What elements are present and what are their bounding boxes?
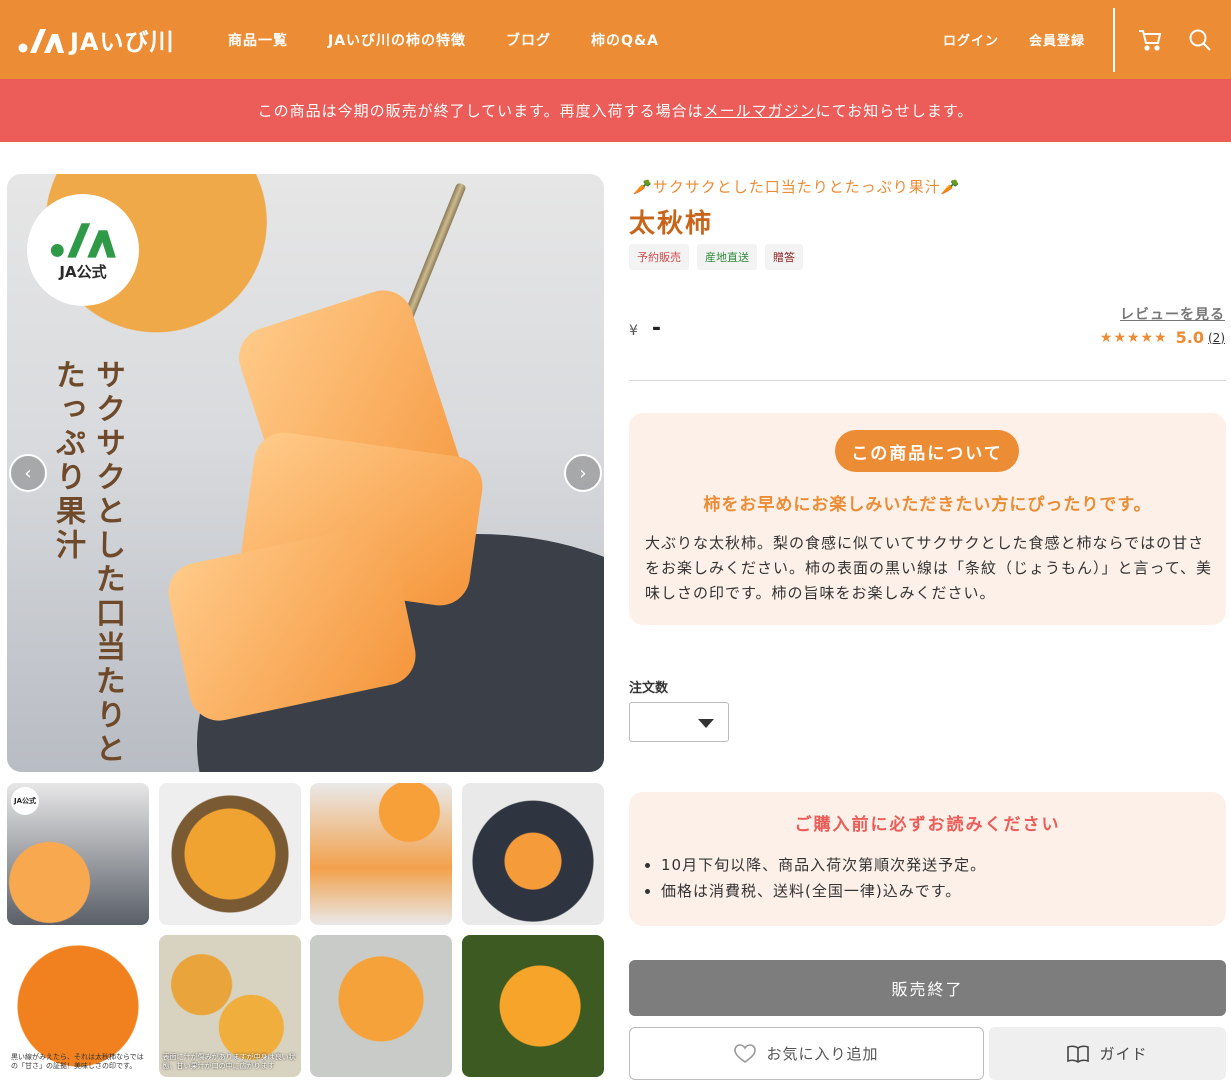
product-title: 太秋柿 — [629, 209, 714, 239]
next-image-button[interactable]: › — [564, 454, 602, 492]
notes-item: 価格は消費税、送料(全国一律)込みです。 — [661, 878, 986, 904]
badge-gift: 贈答 — [765, 244, 803, 270]
notice-text-after: にてお知らせします。 — [815, 102, 974, 120]
ja-logo-icon — [18, 28, 64, 53]
product-badges: 予約販売 産地直送 贈答 — [629, 244, 803, 270]
price-currency: ¥ — [629, 323, 638, 339]
main-nav: 商品一覧 JAいび川の柿の特徴 ブログ 柿のQ&A — [228, 0, 699, 79]
logo-text: JAいび川 — [70, 28, 175, 56]
product-rating: ★★★★★ 5.0 (2) — [1100, 328, 1225, 347]
notes-title: ご購入前に必ずお読みください — [794, 815, 1061, 835]
overlay-text-line1: サクサクとした口当たりと — [90, 359, 125, 767]
quantity-select[interactable] — [629, 702, 729, 742]
tagline-text: サクサクとした口当たりとたっぷり果汁 — [652, 178, 941, 196]
product-price: ¥ - — [629, 316, 661, 341]
ja-official-badge: JA公式 — [27, 194, 139, 306]
notice-text-before: この商品は今期の販売が終了しています。再度入荷する場合は — [257, 102, 704, 120]
chevron-right-icon: › — [579, 462, 587, 484]
rating-count-link[interactable]: (2) — [1208, 331, 1225, 345]
cart-icon — [1139, 29, 1162, 51]
cart-button[interactable] — [1137, 27, 1163, 53]
newsletter-link[interactable]: メールマガジン — [704, 100, 816, 121]
ja-official-badge: JA公式 — [11, 787, 39, 815]
ja-logo-icon — [50, 222, 116, 258]
nav-item-products[interactable]: 商品一覧 — [228, 30, 288, 50]
notes-list: 10月下旬以降、商品入荷次第順次発送予定。 価格は消費税、送料(全国一律)込みで… — [661, 852, 986, 904]
prev-image-button[interactable]: ‹ — [9, 454, 47, 492]
about-description: 大ぶりな太秋柿。梨の食感に似ていてサクサクとした食感と柿ならではの甘さをお楽しみ… — [645, 534, 1213, 602]
register-link[interactable]: 会員登録 — [1029, 30, 1085, 49]
price-divider — [629, 380, 1226, 381]
guide-label: ガイド — [1099, 1045, 1148, 1063]
thumbnail[interactable] — [158, 783, 301, 925]
notes-item: 10月下旬以降、商品入荷次第順次発送予定。 — [661, 852, 986, 878]
badge-preorder: 予約販売 — [629, 244, 689, 270]
thumbnail[interactable]: JA公式 — [7, 783, 149, 925]
product-tagline: 🥕サクサクとした口当たりとたっぷり果汁🥕 — [633, 176, 960, 197]
thumbnail[interactable]: 表面に汁が傷みがありますが中身は良い状態、甘い果汁が口の中に広がります — [158, 935, 301, 1077]
favorite-label: お気に入り追加 — [766, 1045, 879, 1063]
heart-icon — [734, 1043, 757, 1063]
main-product-image: JA公式 サクサクとした口当たりと たっぷり果汁 ‹ › — [7, 174, 604, 772]
carrot-icon: 🥕 — [633, 178, 653, 196]
chevron-left-icon: ‹ — [24, 462, 32, 484]
guide-button[interactable]: ガイド — [989, 1027, 1226, 1080]
thumbnail[interactable] — [461, 783, 604, 925]
about-lead: 柿をお早めにお楽しみいただきたい方にぴったりです。 — [703, 495, 1152, 515]
thumbnail-caption: 黒い線がみえたら、それは太秋柿ならではの「甘さ」の証拠！美味しさの印です。 — [11, 1052, 144, 1070]
star-rating-icon: ★★★★★ — [1099, 329, 1168, 346]
search-button[interactable] — [1187, 27, 1213, 53]
thumbnail-grid: JA公式 黒い線がみえたら、それは太秋柿ならではの「甘さ」の証拠！美味しさの印で… — [7, 783, 604, 1077]
nav-item-qa[interactable]: 柿のQ&A — [591, 30, 659, 50]
header-actions: ログイン 会員登録 — [943, 0, 1231, 79]
purchase-notes-box: ご購入前に必ずお読みください 10月下旬以降、商品入荷次第順次発送予定。 価格は… — [629, 792, 1226, 926]
quantity-label: 注文数 — [629, 681, 669, 696]
carrot-icon: 🥕 — [940, 178, 961, 196]
book-icon — [1067, 1045, 1090, 1063]
rating-value: 5.0 — [1175, 328, 1204, 347]
thumbnail[interactable]: 黒い線がみえたら、それは太秋柿ならではの「甘さ」の証拠！美味しさの印です。 — [7, 935, 149, 1077]
ja-badge-text: JA公式 — [59, 262, 107, 281]
nav-item-blog[interactable]: ブログ — [506, 30, 551, 50]
about-product-box: この商品について 柿をお早めにお楽しみいただきたい方にぴったりです。 大ぶりな太… — [629, 413, 1226, 625]
thumbnail-caption: 表面に汁が傷みがありますが中身は良い状態、甘い果汁が口の中に広がります — [162, 1052, 296, 1070]
nav-item-features[interactable]: JAいび川の柿の特徴 — [328, 30, 466, 50]
login-link[interactable]: ログイン — [943, 30, 999, 49]
search-icon — [1189, 29, 1211, 51]
thumbnail[interactable] — [310, 935, 453, 1077]
see-reviews-link[interactable]: レビューを見る — [1120, 304, 1225, 324]
site-logo[interactable]: JAいび川 — [18, 22, 175, 57]
about-heading: この商品について — [835, 430, 1019, 472]
site-header: JAいび川 商品一覧 JAいび川の柿の特徴 ブログ 柿のQ&A ログイン 会員登… — [0, 0, 1231, 79]
overlay-text-line2: たっぷり果汁 — [50, 359, 85, 563]
caret-down-icon — [698, 719, 714, 728]
thumbnail[interactable] — [310, 783, 453, 925]
add-favorite-button[interactable]: お気に入り追加 — [629, 1027, 984, 1080]
sold-out-button[interactable]: 販売終了 — [629, 960, 1226, 1016]
price-value: - — [651, 316, 662, 341]
header-divider — [1113, 7, 1115, 72]
badge-direct-shipping: 産地直送 — [697, 244, 757, 270]
sold-out-notice: この商品は今期の販売が終了しています。再度入荷する場合は メールマガジン にてお知ら… — [0, 79, 1231, 142]
thumbnail[interactable] — [461, 935, 604, 1077]
